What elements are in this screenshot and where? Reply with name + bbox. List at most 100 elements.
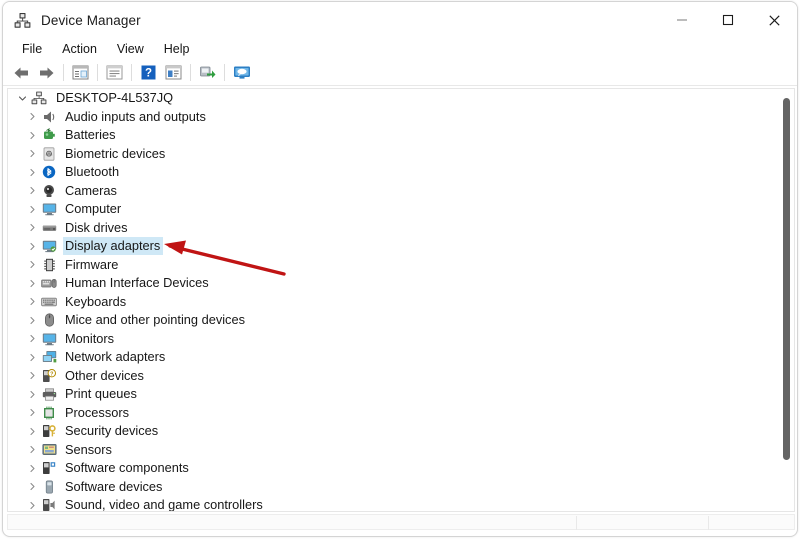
disk-drive-icon <box>40 220 58 236</box>
tree-item-disk-drives[interactable]: Disk drives <box>8 219 780 238</box>
tree-item-computer[interactable]: Computer <box>8 200 780 219</box>
tree-item-keyboards[interactable]: Keyboards <box>8 293 780 312</box>
bluetooth-icon <box>40 164 58 180</box>
chevron-right-icon[interactable] <box>24 112 40 121</box>
vertical-scrollbar[interactable] <box>780 90 793 510</box>
chevron-right-icon[interactable] <box>24 464 40 473</box>
tree-item-print-queues[interactable]: Print queues <box>8 385 780 404</box>
update-driver-icon[interactable] <box>161 62 186 84</box>
scan-for-hardware-changes-icon[interactable] <box>195 62 220 84</box>
tree-item-batteries[interactable]: Batteries <box>8 126 780 145</box>
tree-item-label: Disk drives <box>65 219 128 235</box>
vertical-scrollbar-thumb[interactable] <box>783 98 790 460</box>
speaker-icon <box>40 109 58 125</box>
monitor-icon <box>40 201 58 217</box>
chevron-right-icon[interactable] <box>24 445 40 454</box>
help-icon[interactable]: ? <box>136 62 161 84</box>
chevron-down-icon[interactable] <box>14 94 30 103</box>
remote-display-icon[interactable] <box>229 62 254 84</box>
chevron-right-icon[interactable] <box>24 334 40 343</box>
tree-item-root[interactable]: DESKTOP-4L537JQ <box>8 89 780 108</box>
battery-icon <box>40 127 58 143</box>
tree-item-network-adapters[interactable]: Network adapters <box>8 348 780 367</box>
display-adapter-icon <box>40 238 58 254</box>
tree-item-label: Other devices <box>65 367 144 383</box>
horizontal-scrollbar-mark <box>576 516 577 530</box>
monitor-icon <box>40 331 58 347</box>
show-hide-console-tree-icon[interactable] <box>68 62 93 84</box>
maximize-button[interactable] <box>705 2 751 38</box>
chevron-right-icon[interactable] <box>24 408 40 417</box>
chevron-right-icon[interactable] <box>24 168 40 177</box>
chevron-right-icon[interactable] <box>24 390 40 399</box>
tree-item-label: Software devices <box>65 478 163 494</box>
tree-item-label: Batteries <box>65 127 116 143</box>
chevron-right-icon[interactable] <box>24 223 40 232</box>
tree-item-root-label: DESKTOP-4L537JQ <box>56 90 174 106</box>
tree-item-human-interface-devices[interactable]: Human Interface Devices <box>8 274 780 293</box>
chevron-right-icon[interactable] <box>24 205 40 214</box>
chevron-right-icon[interactable] <box>24 260 40 269</box>
menu-item-file[interactable]: File <box>12 40 52 59</box>
tree-item-other-devices[interactable]: ? Other devices <box>8 367 780 386</box>
chevron-right-icon[interactable] <box>24 482 40 491</box>
chevron-right-icon[interactable] <box>24 131 40 140</box>
toolbar: ? <box>3 60 797 86</box>
tree-item-firmware[interactable]: Firmware <box>8 256 780 275</box>
mouse-icon <box>40 312 58 328</box>
properties-icon[interactable] <box>102 62 127 84</box>
menu-bar: File Action View Help <box>3 38 797 60</box>
tree-item-display-adapters[interactable]: Display adapters <box>8 237 780 256</box>
toolbar-separator <box>97 64 98 81</box>
chevron-right-icon[interactable] <box>24 371 40 380</box>
tree-item-label: Sound, video and game controllers <box>65 497 263 511</box>
software-device-icon <box>40 479 58 495</box>
minimize-button[interactable] <box>659 2 705 38</box>
tree-item-bluetooth[interactable]: Bluetooth <box>8 163 780 182</box>
tree-item-cameras[interactable]: Cameras <box>8 182 780 201</box>
chevron-right-icon[interactable] <box>24 316 40 325</box>
tree-item-software-components[interactable]: Software components <box>8 459 780 478</box>
tree-item-biometric-devices[interactable]: Biometric devices <box>8 145 780 164</box>
tree-item-sensors[interactable]: Sensors <box>8 441 780 460</box>
tree-item-monitors[interactable]: Monitors <box>8 330 780 349</box>
close-button[interactable] <box>751 2 797 38</box>
svg-text:?: ? <box>50 371 53 377</box>
chevron-right-icon[interactable] <box>24 427 40 436</box>
menu-item-view[interactable]: View <box>107 40 154 59</box>
window-title: Device Manager <box>41 12 141 28</box>
menu-item-action[interactable]: Action <box>52 40 107 59</box>
camera-icon <box>40 183 58 199</box>
chevron-right-icon[interactable] <box>24 149 40 158</box>
tree-item-mice-and-other-pointing-devices[interactable]: Mice and other pointing devices <box>8 311 780 330</box>
device-tree-panel: DESKTOP-4L537JQ Audio inputs and outputs <box>7 88 795 512</box>
chevron-right-icon[interactable] <box>24 353 40 362</box>
device-manager-icon <box>14 12 31 29</box>
tree-item-sound-video-and-game-controllers[interactable]: Sound, video and game controllers <box>8 496 780 511</box>
chevron-right-icon[interactable] <box>24 186 40 195</box>
back-icon[interactable] <box>9 62 34 84</box>
unknown-device-icon: ? <box>40 368 58 384</box>
window-controls <box>659 2 797 38</box>
sound-controller-icon <box>40 497 58 511</box>
chevron-right-icon[interactable] <box>24 242 40 251</box>
chevron-right-icon[interactable] <box>24 297 40 306</box>
tree-item-label: Cameras <box>65 182 117 198</box>
horizontal-scrollbar[interactable] <box>7 514 795 530</box>
chevron-right-icon[interactable] <box>24 279 40 288</box>
software-component-icon <box>40 460 58 476</box>
tree-item-label: Bluetooth <box>65 164 120 180</box>
chevron-right-icon[interactable] <box>24 501 40 510</box>
menu-item-help[interactable]: Help <box>154 40 200 59</box>
device-manager-window: Device Manager File Action View Help ? D… <box>2 1 798 537</box>
computer-node-icon <box>30 90 48 106</box>
tree-item-label: Sensors <box>65 441 112 457</box>
keyboard-icon <box>40 294 58 310</box>
forward-icon[interactable] <box>34 62 59 84</box>
tree-item-software-devices[interactable]: Software devices <box>8 478 780 497</box>
tree-item-audio-inputs-and-outputs[interactable]: Audio inputs and outputs <box>8 108 780 127</box>
tree-item-security-devices[interactable]: Security devices <box>8 422 780 441</box>
tree-item-processors[interactable]: Processors <box>8 404 780 423</box>
tree-item-label: Keyboards <box>65 293 127 309</box>
horizontal-scrollbar-mark <box>708 516 709 530</box>
